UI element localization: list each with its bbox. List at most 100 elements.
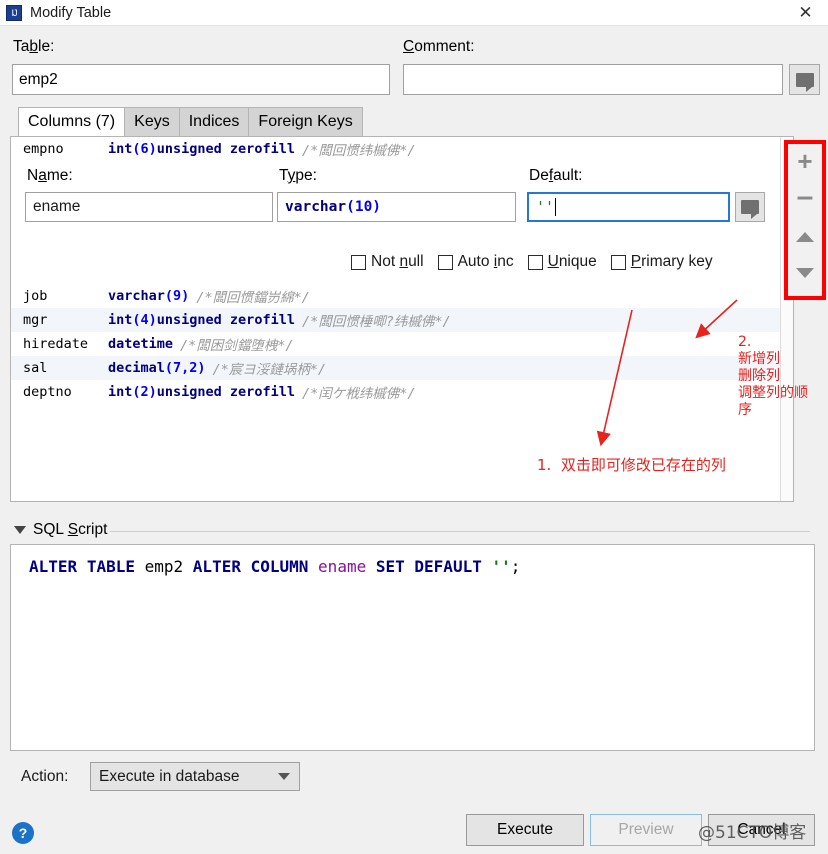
tab-bar: Columns (7) Keys Indices Foreign Keys [18, 107, 363, 136]
sql-script-header[interactable]: SQL Script [14, 521, 107, 539]
intellij-idea-icon: IJ [6, 4, 22, 21]
execute-button[interactable]: Execute [466, 814, 584, 846]
column-default-input-value: '' [536, 198, 555, 216]
column-name: job [23, 288, 48, 304]
columns-list-panel[interactable]: empno int (6) unsigned zerofill/*闆回惯纬槭佛*/ … [10, 136, 794, 502]
column-comment: /*闆困剑鐺堕栧*/ [180, 338, 294, 354]
chevron-down-icon [278, 773, 290, 780]
column-flags: unsigned zerofill [156, 312, 295, 328]
sql-statement: ALTER TABLE emp2 ALTER COLUMN ename SET … [11, 545, 814, 576]
column-name-input[interactable]: ename [25, 192, 273, 222]
primary-key-label: Primary key [630, 253, 713, 270]
column-name-input-value: ename [33, 198, 81, 215]
not-null-label: Not null [371, 253, 424, 270]
table-row[interactable]: deptno int (2) unsigned zerofill /*闰ケ栰纬槭佛*/ [11, 380, 793, 404]
column-name: mgr [23, 312, 48, 328]
add-column-button[interactable]: + [788, 144, 822, 178]
tab-columns[interactable]: Columns (7) [18, 107, 126, 136]
column-comment: /*闆回惯鐺岃綿*/ [196, 290, 310, 306]
modify-table-dialog: IJ Modify Table ✕ Table: emp2 Comment: C… [0, 0, 828, 854]
not-null-checkbox[interactable] [351, 254, 366, 270]
type-label: Type: [279, 167, 317, 184]
column-type: int [108, 312, 133, 328]
sql-token: ; [510, 557, 521, 576]
sql-header-divider [110, 531, 810, 532]
comment-balloon-button[interactable] [789, 64, 820, 95]
action-select[interactable]: Execute in database [90, 762, 300, 791]
column-name: sal [23, 360, 48, 376]
unique-label: Unique [547, 253, 597, 270]
column-flags: unsigned zerofill [156, 384, 295, 400]
table-row[interactable]: sal decimal (7,2) /*宸ヨ浽鏈埚柄*/ [11, 356, 793, 380]
column-type-args: (6) [132, 141, 157, 157]
triangle-up-icon [796, 232, 814, 242]
action-select-value: Execute in database [99, 767, 240, 785]
tab-keys[interactable]: Keys [124, 107, 180, 136]
column-type-args: (4) [132, 312, 157, 328]
table-name-value: emp2 [19, 70, 58, 88]
table-label: Table: [13, 38, 55, 55]
move-column-up-button[interactable] [788, 220, 822, 254]
table-row[interactable]: empno int (6) unsigned zerofill /*闆回惯纬槭佛*/ [11, 137, 793, 161]
comment-label: Comment: [403, 38, 475, 55]
name-label: Name: [27, 167, 73, 184]
help-circle-icon[interactable]: ? [12, 822, 34, 844]
sql-token: ALTER [29, 557, 78, 576]
primary-key-checkbox[interactable] [610, 254, 626, 270]
column-type-input[interactable]: varchar (10) [277, 192, 516, 222]
sql-token: '' [491, 557, 511, 576]
column-type: int [108, 384, 133, 400]
sql-token: DEFAULT [414, 557, 482, 576]
column-type-args: (2) [132, 384, 157, 400]
column-flags: unsigned zerofill [156, 141, 295, 157]
column-name: deptno [23, 384, 72, 400]
sql-token: COLUMN [250, 557, 309, 576]
column-comment: /*闰ケ栰纬槭佛*/ [301, 386, 416, 402]
sql-token: emp2 [144, 557, 184, 576]
unique-checkbox[interactable] [527, 254, 543, 270]
table-comment-input[interactable] [403, 64, 783, 95]
title-bar: IJ Modify Table ✕ [0, 0, 828, 26]
preview-button: Preview [590, 814, 702, 846]
sql-token: ALTER [192, 557, 241, 576]
auto-inc-checkbox[interactable] [437, 254, 453, 270]
tab-indices[interactable]: Indices [178, 107, 250, 136]
column-default-input[interactable]: '' [527, 192, 730, 222]
remove-column-button[interactable]: – [788, 180, 822, 214]
column-type-input-base: varchar [285, 199, 347, 215]
plus-icon: + [797, 146, 813, 176]
column-comment: /*宸ヨ浽鏈埚柄*/ [212, 362, 327, 378]
sql-token: SET [375, 557, 405, 576]
annotation-double-click-note: 1. 双击即可修改已存在的列 [537, 456, 726, 474]
table-row[interactable]: job varchar (9) /*闆回惯鐺岃綿*/ [11, 284, 793, 308]
text-caret [555, 198, 557, 216]
column-comment: /*闆回惯纬槭佛*/ [301, 143, 416, 159]
column-type-args: (7,2) [164, 360, 206, 376]
default-balloon-button[interactable] [735, 192, 765, 222]
table-name-input[interactable]: emp2 [12, 64, 390, 95]
table-row[interactable]: hiredate datetime /*闆困剑鐺堕栧*/ [11, 332, 793, 356]
column-type-input-args: (10) [346, 199, 382, 215]
column-type: datetime [108, 336, 174, 352]
sql-token: ename [318, 557, 367, 576]
column-type-args: (9) [164, 288, 190, 304]
auto-inc-label: Auto inc [457, 253, 514, 270]
comment-balloon-icon [795, 72, 814, 92]
move-column-down-button[interactable] [788, 256, 822, 290]
minus-icon: – [796, 180, 814, 213]
window-title: Modify Table [30, 4, 112, 21]
sql-token: TABLE [86, 557, 135, 576]
tab-foreign-keys[interactable]: Foreign Keys [248, 107, 363, 136]
triangle-down-icon [14, 526, 26, 534]
sql-script-label: SQL Script [33, 521, 108, 538]
triangle-down-icon [796, 268, 814, 278]
close-icon[interactable]: ✕ [783, 0, 828, 26]
table-row[interactable]: mgr int (4) unsigned zerofill /*闆回惯棰唧?纬槭佛*/ [11, 308, 793, 332]
sql-script-editor[interactable]: ALTER TABLE emp2 ALTER COLUMN ename SET … [10, 544, 815, 751]
